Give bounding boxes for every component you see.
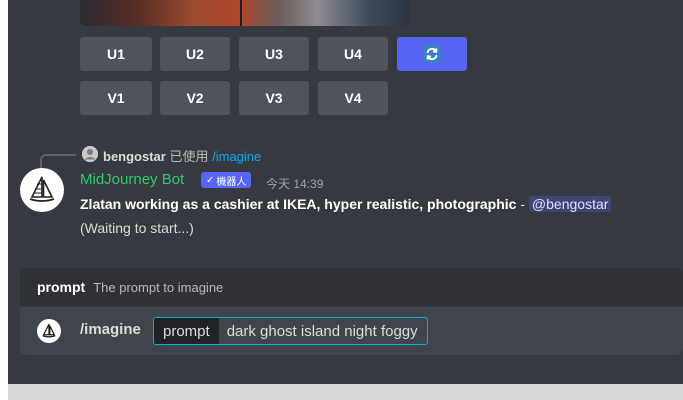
reply-connector — [40, 154, 76, 168]
variation-button-label: V2 — [186, 90, 204, 106]
bot-tag-label: 機器人 — [216, 176, 247, 188]
check-icon: ✓ — [206, 174, 215, 186]
reply-avatar[interactable] — [82, 146, 98, 162]
bot-avatar[interactable] — [20, 168, 64, 212]
upscale-button-label: U3 — [265, 46, 283, 62]
message-content: Zlatan working as a cashier at IKEA, hyp… — [80, 196, 612, 212]
message-timestamp: 今天 14:39 — [266, 177, 324, 191]
variation-button-1[interactable]: V1 — [80, 81, 152, 115]
reply-used-text: 已使用 — [169, 149, 209, 164]
reply-command[interactable]: /imagine — [212, 149, 261, 164]
sailboat-icon — [42, 323, 56, 338]
command-bot-avatar — [37, 319, 61, 343]
message-author[interactable]: MidJourney Bot — [80, 171, 184, 188]
upscale-button-label: U2 — [186, 46, 204, 62]
command-option-header: prompt The prompt to imagine — [20, 268, 683, 306]
slash-command: /imagine — [80, 321, 141, 338]
parameter-value-input[interactable]: dark ghost island night foggy — [219, 318, 427, 344]
upscale-button-4[interactable]: U4 — [318, 37, 388, 71]
discord-chat-window: U1 U2 U3 U4 V1 V2 V3 V4 bengostar 已使用 /i… — [8, 0, 683, 384]
bot-tag: ✓ 機器人 — [201, 172, 252, 188]
parameter-label: prompt — [154, 318, 219, 344]
option-name: prompt — [37, 279, 86, 295]
upscale-button-2[interactable]: U2 — [160, 37, 230, 71]
variation-button-4[interactable]: V4 — [318, 81, 388, 115]
variation-button-label: V1 — [107, 90, 125, 106]
variation-button-2[interactable]: V2 — [160, 81, 230, 115]
sailboat-icon — [29, 176, 55, 202]
variation-button-label: V4 — [344, 90, 362, 106]
variation-button-label: V3 — [265, 90, 283, 106]
reply-username[interactable]: bengostar — [103, 149, 166, 164]
message-input-bar[interactable]: /imagine prompt dark ghost island night … — [20, 307, 683, 355]
refresh-icon — [422, 44, 442, 64]
upscale-button-label: U4 — [344, 46, 362, 62]
user-mention[interactable]: @bengostar — [528, 196, 612, 212]
option-description: The prompt to imagine — [93, 279, 224, 295]
reroll-button[interactable] — [397, 37, 467, 71]
variation-button-3[interactable]: V3 — [239, 81, 309, 115]
prompt-parameter[interactable]: prompt dark ghost island night foggy — [153, 317, 428, 345]
message-status: (Waiting to start...) — [80, 220, 194, 236]
message-prompt: Zlatan working as a cashier at IKEA, hyp… — [80, 196, 517, 212]
upscale-button-3[interactable]: U3 — [239, 37, 309, 71]
message-separator: - — [516, 196, 529, 212]
generated-image-preview[interactable] — [80, 0, 410, 26]
upscale-button-1[interactable]: U1 — [80, 37, 152, 71]
bottom-strip — [8, 384, 683, 400]
upscale-button-label: U1 — [107, 46, 125, 62]
reply-reference[interactable]: bengostar 已使用 /imagine — [103, 146, 261, 165]
